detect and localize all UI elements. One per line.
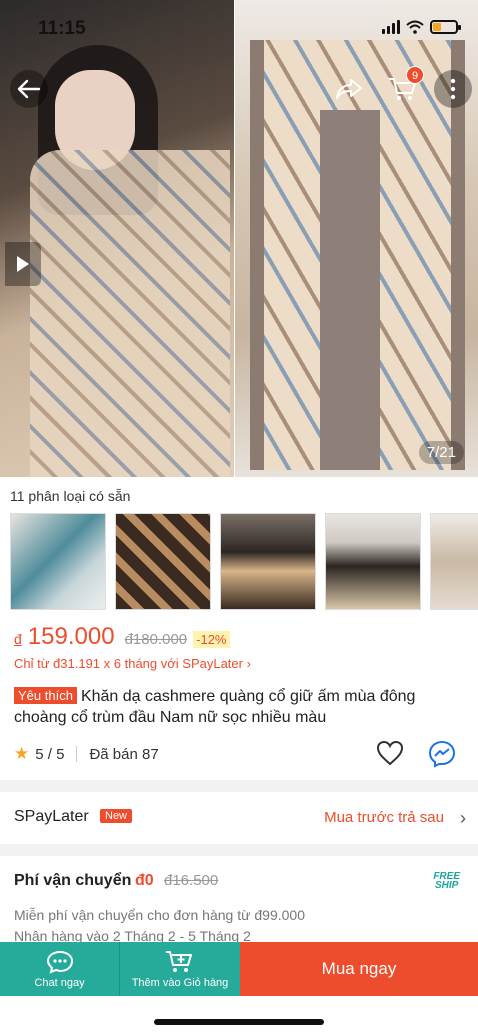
product-title-block: Yêu thích Khăn dạ cashmere quàng cổ giữ ấ…: [14, 686, 470, 728]
variant-thumbnail[interactable]: [430, 513, 478, 610]
battery-icon: [430, 20, 461, 34]
back-button[interactable]: [10, 70, 48, 108]
product-image-carousel[interactable]: 11:15 9 7/21: [0, 0, 478, 477]
variant-thumbnail[interactable]: [115, 513, 211, 610]
share-icon: [336, 79, 362, 99]
rating-score: 5 / 5: [35, 745, 65, 763]
section-divider: [0, 844, 478, 856]
share-messenger-button[interactable]: [428, 740, 456, 768]
new-badge: New: [100, 809, 133, 823]
photo-scarf-pattern: [30, 150, 230, 477]
arrow-left-icon: [17, 79, 41, 99]
share-button[interactable]: [330, 70, 368, 108]
more-vertical-icon: [450, 78, 456, 100]
status-time: 11:15: [38, 18, 86, 39]
variants-label: 11 phân loại có sẵn: [10, 488, 131, 504]
original-price: đ180.000: [124, 631, 188, 648]
add-cart-icon: [166, 950, 192, 972]
add-to-cart-label: Thêm vào Giỏ hàng: [131, 976, 229, 989]
divider: [76, 746, 78, 762]
installment-link[interactable]: Chỉ từ đ31.191 x 6 tháng với SPayLater ›: [14, 656, 251, 671]
photo-scarf-center: [320, 110, 380, 470]
buy-now-button[interactable]: Mua ngay: [240, 942, 478, 996]
home-indicator: [154, 1019, 324, 1025]
spaylater-action: Mua trước trả sau: [324, 809, 444, 826]
play-video-button[interactable]: [5, 242, 41, 286]
wifi-icon: [406, 20, 424, 34]
chat-button[interactable]: Chat ngay: [0, 942, 120, 996]
variant-thumbnail[interactable]: [325, 513, 421, 610]
add-to-cart-button[interactable]: Thêm vào Giỏ hàng: [120, 942, 240, 996]
spaylater-label: SPayLater: [14, 808, 89, 825]
star-icon: ★: [14, 744, 30, 763]
heart-icon: [376, 740, 404, 766]
variant-thumbnail[interactable]: [220, 513, 316, 610]
free-shipping-condition: Miễn phí vận chuyển cho đơn hàng từ đ99.…: [14, 907, 305, 923]
section-divider: [0, 780, 478, 792]
image-counter: 7/21: [418, 441, 464, 464]
current-price: 159.000: [27, 623, 115, 650]
price-currency: đ: [14, 631, 22, 647]
more-options-button[interactable]: [434, 70, 472, 108]
freeship-logo: FREE SHIP: [433, 872, 460, 891]
cart-button[interactable]: 9: [384, 66, 424, 108]
play-icon: [17, 256, 29, 272]
sold-count: Đã bán 87: [89, 745, 159, 763]
chat-icon: [46, 950, 73, 974]
favorite-badge: Yêu thích: [14, 687, 77, 704]
signal-icon: [382, 20, 400, 34]
bottom-action-bar: Chat ngay Thêm vào Giỏ hàng Mua ngay: [0, 942, 478, 996]
like-button[interactable]: [376, 740, 404, 768]
shipping-price: đ0: [135, 872, 154, 889]
rating-row: ★ 5 / 5 Đã bán 87: [14, 744, 159, 764]
chevron-right-icon: ›: [460, 808, 466, 828]
variant-thumbnails: [10, 513, 478, 610]
messenger-icon: [428, 740, 456, 768]
variant-thumbnail[interactable]: [10, 513, 106, 610]
discount-badge: -12%: [193, 631, 230, 648]
chat-button-label: Chat ngay: [34, 976, 85, 989]
status-icons: [382, 20, 461, 34]
price-row: đ 159.000 đ180.000 -12%: [14, 623, 230, 651]
freeship-logo-line2: SHIP: [434, 880, 459, 891]
shipping-title: Phí vận chuyển: [14, 872, 132, 889]
cart-count-badge: 9: [406, 66, 424, 84]
spaylater-row[interactable]: SPayLater New Mua trước trả sau ›: [0, 800, 478, 836]
shipping-old-price: đ16.500: [164, 872, 219, 889]
